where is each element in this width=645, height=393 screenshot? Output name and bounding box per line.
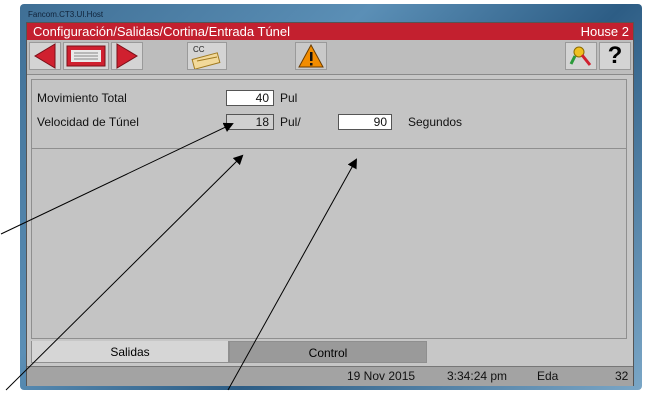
- back-button[interactable]: [29, 42, 61, 70]
- key-icon: [569, 46, 592, 66]
- window-title: Fancom.CT3.UI.Host: [28, 10, 104, 19]
- key-button[interactable]: [565, 42, 597, 70]
- status-user: Eda: [537, 369, 559, 383]
- toolbar: CC ?: [27, 40, 633, 75]
- breadcrumb: Configuración/Salidas/Cortina/Entrada Tú…: [33, 24, 291, 39]
- tunnel-seconds-unit: Segundos: [408, 115, 463, 129]
- total-movement-input[interactable]: 40: [226, 90, 274, 106]
- forward-button[interactable]: [111, 42, 143, 70]
- tab-bar: Salidas Control: [31, 341, 627, 365]
- screen-list-icon: [66, 45, 106, 67]
- help-button[interactable]: ?: [599, 42, 631, 70]
- status-date: 19 Nov 2015: [347, 369, 416, 383]
- settings-panel: Movimiento Total 40 Pul Velocidad de Tún…: [31, 79, 627, 339]
- arrow-left-icon: [34, 43, 56, 69]
- total-movement-unit: Pul: [280, 91, 298, 105]
- help-icon: ?: [607, 42, 623, 69]
- curve-cc-icon: CC: [191, 45, 221, 69]
- page-header: Configuración/Salidas/Cortina/Entrada Tú…: [27, 23, 633, 40]
- tunnel-speed-label: Velocidad de Túnel: [37, 115, 139, 129]
- arrow-right-icon: [116, 43, 138, 69]
- tab-control[interactable]: Control: [229, 341, 427, 363]
- settings-group: Movimiento Total 40 Pul Velocidad de Tún…: [32, 80, 626, 149]
- house-label: House 2: [580, 24, 629, 39]
- curve-control-button[interactable]: CC: [187, 42, 227, 70]
- alarm-button[interactable]: [295, 42, 327, 70]
- screen-list-button[interactable]: [63, 42, 109, 70]
- tunnel-speed-value: 18: [226, 114, 274, 130]
- status-time: 3:34:24 pm: [447, 369, 508, 383]
- tab-salidas[interactable]: Salidas: [31, 341, 229, 363]
- tunnel-speed-unit: Pul/: [280, 115, 301, 129]
- tunnel-seconds-input[interactable]: 90: [338, 114, 392, 130]
- status-bar: 19 Nov 2015 3:34:24 pm Eda 32: [27, 366, 633, 386]
- cc-text: CC: [193, 45, 205, 54]
- warning-icon: [298, 44, 324, 68]
- status-number: 32: [615, 369, 629, 383]
- app-screen: Configuración/Salidas/Cortina/Entrada Tú…: [26, 22, 634, 386]
- total-movement-label: Movimiento Total: [37, 91, 127, 105]
